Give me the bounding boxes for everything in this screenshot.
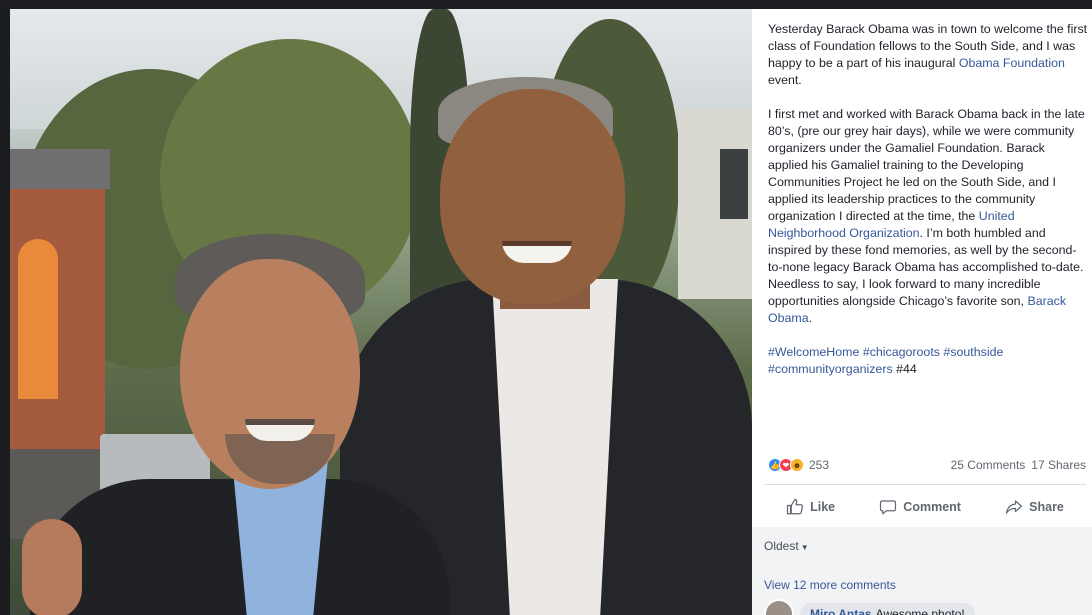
like-button[interactable]: Like (786, 498, 835, 516)
photo-hand (22, 519, 82, 615)
post-photo[interactable] (10, 9, 752, 615)
comment-button[interactable]: Comment (879, 498, 961, 516)
comments-section: Oldest ▼ View 12 more comments Miro Antas… (752, 527, 1092, 615)
view-more-comments-link[interactable]: View 12 more comments (764, 578, 896, 592)
stats-right: 25 Comments 17 Shares (945, 458, 1086, 472)
post-text-span: . (808, 311, 813, 325)
comment-label: Comment (903, 500, 961, 514)
photo-house-right (678, 109, 752, 299)
post-panel: Yesterday Barack Obama was in town to we… (752, 9, 1092, 615)
thumbs-up-icon (786, 498, 804, 515)
post-text: Yesterday Barack Obama was in town to we… (768, 21, 1088, 395)
comment-text: Awesome photo! (875, 607, 965, 615)
top-strip (0, 0, 1092, 9)
share-label: Share (1029, 500, 1064, 514)
hashtag-link[interactable]: #WelcomeHome (768, 345, 859, 359)
comment-sort-dropdown[interactable]: Oldest ▼ (764, 539, 809, 553)
post-hashtags: #WelcomeHome #chicagoroots #southside #c… (768, 344, 1088, 378)
post-actions: Like Comment Share (764, 489, 1086, 525)
like-label: Like (810, 500, 836, 514)
reaction-count: 253 (809, 458, 830, 472)
photo-roof (10, 149, 110, 189)
shares-count-link[interactable]: 17 Shares (1031, 458, 1086, 472)
avatar[interactable] (764, 599, 794, 615)
reactions-summary[interactable]: 👍 ❤ ☻ 253 (768, 458, 829, 472)
hashtag-plain: #44 (896, 362, 917, 376)
hashtag-link[interactable]: #chicagoroots (863, 345, 940, 359)
comment-author-link[interactable]: Miro Antas (810, 607, 872, 615)
photo-smile (245, 419, 315, 441)
post-paragraph-1: Yesterday Barack Obama was in town to we… (768, 21, 1088, 89)
share-icon (1006, 500, 1023, 514)
hashtag-link[interactable]: #communityorganizers (768, 362, 893, 376)
obama-foundation-link[interactable]: Obama Foundation (959, 56, 1065, 70)
comment-icon (880, 500, 897, 515)
sort-label: Oldest (764, 539, 799, 553)
photo-window (720, 149, 748, 219)
hashtag-link[interactable]: #southside (943, 345, 1003, 359)
share-button[interactable]: Share (1005, 498, 1064, 516)
comments-count-link[interactable]: 25 Comments (951, 458, 1026, 472)
post-text-span: I first met and worked with Barack Obama… (768, 107, 1085, 223)
caret-down-icon: ▼ (800, 543, 809, 552)
comment-bubble: Miro Antas Awesome photo! (800, 603, 975, 615)
photo-window (18, 239, 58, 399)
photo-house-left (10, 149, 110, 449)
haha-icon: ☻ (790, 458, 804, 472)
divider (764, 484, 1086, 485)
post-paragraph-2: I first met and worked with Barack Obama… (768, 106, 1088, 327)
post-stats: 👍 ❤ ☻ 253 25 Comments 17 Shares (768, 458, 1086, 476)
photo-face (440, 89, 625, 304)
post-text-span: event. (768, 73, 802, 87)
comment-item: Miro Antas Awesome photo! (764, 599, 975, 615)
photo-smile (502, 241, 572, 263)
